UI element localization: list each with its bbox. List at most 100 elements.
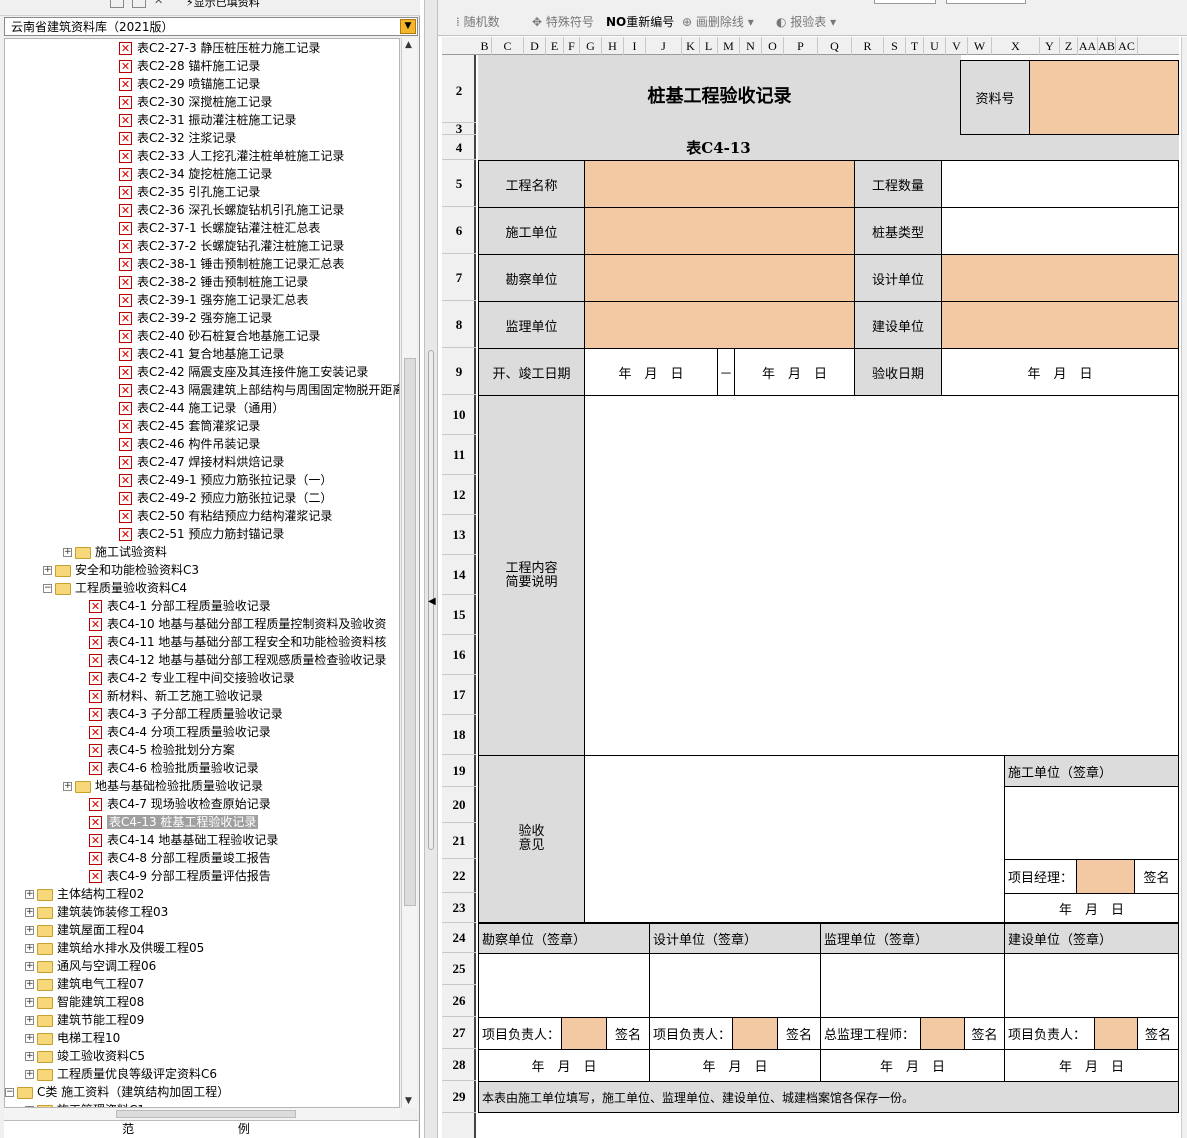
pile-type-field[interactable] — [941, 207, 1179, 255]
supervise-field[interactable] — [584, 301, 855, 349]
panel-splitter[interactable]: ◀ — [424, 0, 438, 1138]
tree-folder[interactable]: + 电梯工程10 — [25, 1029, 120, 1047]
column-label[interactable]: P — [784, 37, 818, 55]
row-label[interactable]: 11 — [442, 435, 476, 475]
tree-item[interactable]: ✕ 表C4-2 专业工程中间交接验收记录 — [89, 669, 295, 687]
tree-item[interactable]: ✕ 新材料、新工艺施工验收记录 — [89, 687, 263, 705]
column-label[interactable]: O — [762, 37, 784, 55]
row-label[interactable]: 9 — [442, 348, 476, 395]
tree-item[interactable]: ✕ 表C4-4 分项工程质量验收记录 — [89, 723, 271, 741]
tree-item[interactable]: ✕ 表C2-33 人工挖孔灌注桩单桩施工记录 — [119, 147, 344, 165]
column-label[interactable]: AB — [1098, 37, 1116, 55]
tree-item[interactable]: ✕ 表C2-34 旋挖桩施工记录 — [119, 165, 272, 183]
column-label[interactable]: L — [700, 37, 718, 55]
library-select[interactable]: 云南省建筑资料库（2021版） ▼ — [4, 17, 418, 36]
sheet-scrollbar[interactable] — [1181, 37, 1187, 1138]
expand-icon[interactable]: + — [25, 890, 34, 899]
tree-folder[interactable]: + 安全和功能检验资料C3 — [43, 561, 199, 579]
column-label[interactable]: B — [478, 37, 492, 55]
tree-item[interactable]: ✕ 表C2-50 有粘结预应力结构灌浆记录 — [119, 507, 332, 525]
column-label[interactable]: U — [924, 37, 946, 55]
column-label[interactable]: V — [946, 37, 968, 55]
tree-folder[interactable]: + 建筑屋面工程04 — [25, 921, 144, 939]
row-label[interactable]: 26 — [442, 985, 476, 1017]
tree-item[interactable]: ✕ 表C2-51 预应力筋封锚记录 — [119, 525, 284, 543]
column-label[interactable]: W — [968, 37, 992, 55]
column-label[interactable]: G — [580, 37, 602, 55]
owner-sign-field[interactable] — [1004, 953, 1179, 1018]
row-label[interactable]: 14 — [442, 555, 476, 595]
tree-folder[interactable]: + 地基与基础检验批质量验收记录 — [63, 777, 263, 795]
row-label[interactable]: 28 — [442, 1049, 476, 1081]
tree-item[interactable]: ✕ 表C2-29 喷锚施工记录 — [119, 75, 260, 93]
tree-item[interactable]: ✕ 表C2-44 施工记录（通用） — [119, 399, 284, 417]
tree-item[interactable]: ✕ 表C2-32 注浆记录 — [119, 129, 236, 147]
survey-field[interactable] — [584, 254, 855, 302]
scroll-down-icon[interactable]: ▼ — [405, 1096, 412, 1106]
tree-folder[interactable]: + 建筑节能工程09 — [25, 1011, 144, 1029]
tree-item[interactable]: ✕ 表C2-39-2 强夯施工记录 — [119, 309, 272, 327]
scroll-up-icon[interactable]: ▲ — [405, 40, 412, 50]
column-label[interactable]: I — [624, 37, 646, 55]
row-label[interactable]: 6 — [442, 207, 476, 254]
expand-icon[interactable]: + — [43, 566, 52, 575]
row-label[interactable]: 7 — [442, 254, 476, 301]
row-label[interactable]: 16 — [442, 635, 476, 675]
tree-item[interactable]: ✕ 表C2-35 引孔施工记录 — [119, 183, 260, 201]
row-label[interactable]: 4 — [442, 135, 476, 160]
tree-item[interactable]: ✕ 表C2-43 隔震建筑上部结构与周围固定物脱开距离 — [119, 381, 399, 399]
row-label[interactable]: 15 — [442, 595, 476, 635]
save-icon[interactable] — [132, 0, 146, 8]
column-label[interactable]: E — [546, 37, 564, 55]
column-label[interactable]: D — [524, 37, 546, 55]
end-date-field[interactable]: 年 月 日 — [734, 348, 855, 396]
special-symbol-button[interactable]: ✥ 特殊符号 — [532, 13, 594, 31]
owner-lead-field[interactable] — [1094, 1017, 1138, 1050]
random-number-button[interactable]: ⁞ 随机数 — [456, 13, 500, 31]
tree-folder[interactable]: − C类 施工资料（建筑结构加固工程） — [5, 1083, 229, 1101]
column-label[interactable]: AA — [1078, 37, 1098, 55]
tree-item[interactable]: ✕ 表C2-42 隔震支座及其连接件施工安装记录 — [119, 363, 368, 381]
tree-item[interactable]: ✕ 表C2-41 复合地基施工记录 — [119, 345, 284, 363]
tree-folder[interactable]: +施工管理资料C1 — [25, 1101, 145, 1107]
tree-item[interactable]: ✕ 表C4-13 桩基工程验收记录 — [89, 813, 259, 831]
column-label[interactable]: R — [852, 37, 884, 55]
owner-field[interactable] — [941, 301, 1179, 349]
strikethrough-button[interactable]: ⊕ 画删除线 ▾ — [682, 13, 754, 31]
column-label[interactable]: S — [884, 37, 906, 55]
tree-folder[interactable]: + 竣工验收资料C5 — [25, 1047, 145, 1065]
supervise-sign-field[interactable] — [820, 953, 1005, 1018]
start-date-field[interactable]: 年 月 日 — [584, 348, 718, 396]
expand-icon[interactable]: + — [25, 944, 34, 953]
column-label[interactable]: J — [646, 37, 682, 55]
tree-item[interactable]: ✕ 表C4-3 子分部工程质量验收记录 — [89, 705, 283, 723]
tree-folder[interactable]: + 通风与空调工程06 — [25, 957, 156, 975]
pm-field[interactable] — [1076, 859, 1135, 894]
tree-item[interactable]: ✕ 表C4-9 分部工程质量评估报告 — [89, 867, 271, 885]
supervise-lead-field[interactable] — [920, 1017, 965, 1050]
column-label[interactable]: K — [682, 37, 700, 55]
tree-item[interactable]: ✕ 表C4-10 地基与基础分部工程质量控制资料及验收资 — [89, 615, 386, 633]
accept-date-field[interactable]: 年 月 日 — [941, 348, 1179, 396]
tree-item[interactable]: ✕ 表C4-12 地基与基础分部工程观感质量检查验收记录 — [89, 651, 386, 669]
row-label[interactable]: 22 — [442, 859, 476, 893]
tree-item[interactable]: ✕ 表C4-6 检验批质量验收记录 — [89, 759, 259, 777]
row-label[interactable]: 18 — [442, 715, 476, 755]
column-label[interactable]: Z — [1060, 37, 1078, 55]
collapse-left-icon[interactable]: ◀ — [428, 596, 436, 607]
project-qty-field[interactable] — [941, 160, 1179, 208]
tree-folder[interactable]: + 智能建筑工程08 — [25, 993, 144, 1011]
row-label[interactable]: 10 — [442, 395, 476, 435]
expand-icon[interactable]: + — [25, 1034, 34, 1043]
tree-item[interactable]: ✕ 表C2-36 深孔长螺旋钻机引孔施工记录 — [119, 201, 344, 219]
row-label[interactable]: 8 — [442, 301, 476, 348]
tree-item[interactable]: ✕ 表C2-38-2 锤击预制桩施工记录 — [119, 273, 308, 291]
survey-sign-field[interactable] — [478, 953, 650, 1018]
tree-item[interactable]: ✕ 表C4-1 分部工程质量验收记录 — [89, 597, 271, 615]
scroll-thumb[interactable] — [404, 358, 416, 906]
tree-item[interactable]: ✕ 表C2-30 深搅桩施工记录 — [119, 93, 272, 111]
tree-item[interactable]: ✕ 表C2-39-1 强夯施工记录汇总表 — [119, 291, 308, 309]
column-label[interactable]: N — [740, 37, 762, 55]
tree-folder[interactable]: + 施工试验资料 — [63, 543, 167, 561]
content-field[interactable] — [584, 395, 1179, 756]
